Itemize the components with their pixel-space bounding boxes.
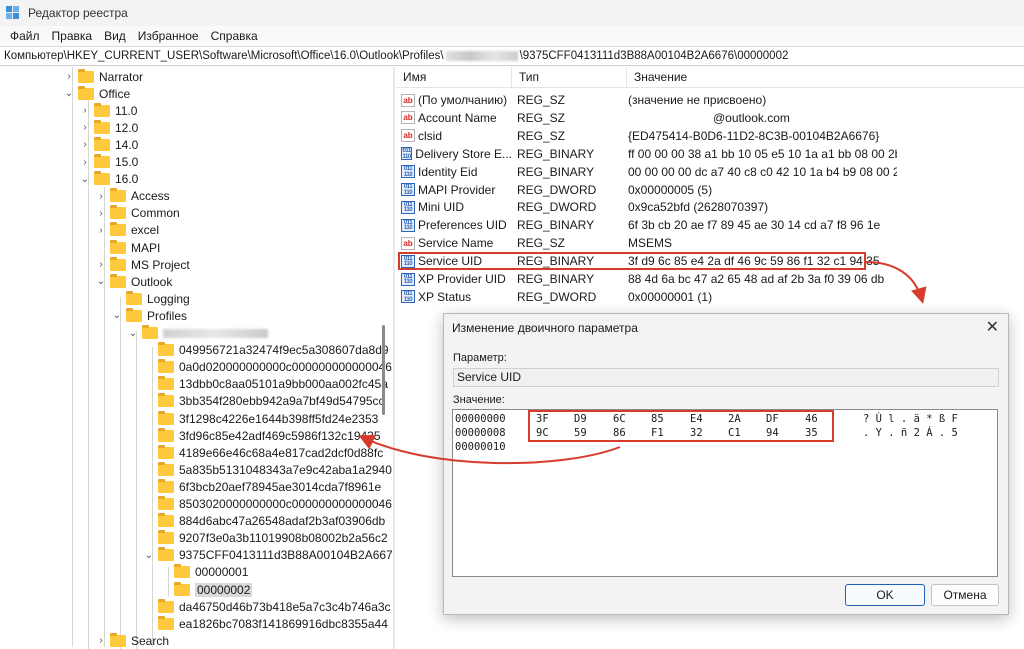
annotation-arrows: [358, 261, 927, 465]
arrow-to-tree-key: [358, 435, 621, 465]
arrow-to-dialog: [865, 261, 927, 304]
